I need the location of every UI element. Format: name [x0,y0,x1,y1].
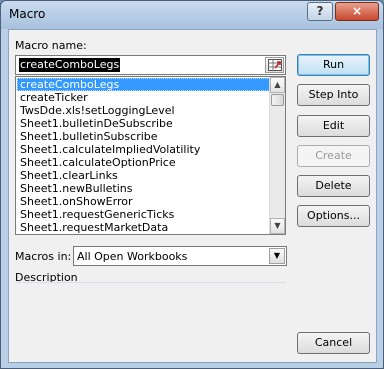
macros-in-label: Macros in: [15,250,72,263]
macros-in-select[interactable]: All Open Workbooks ▼ [73,246,287,266]
macro-name-label: Macro name: [15,39,87,52]
scroll-thumb[interactable] [271,94,284,106]
macro-list-item[interactable]: TwsDde.xls!setLoggingLevel [17,104,270,117]
macro-list-item[interactable]: Sheet1.calculateImpliedVolatility [17,143,270,156]
options-button[interactable]: Options... [297,205,370,227]
range-reference-icon [268,59,282,71]
run-button[interactable]: Run [297,54,370,76]
macro-list-item[interactable]: Sheet1.bulletinDeSubscribe [17,117,270,130]
macro-list-item[interactable]: Sheet1.bulletinSubscribe [17,130,270,143]
macro-list-item[interactable]: Sheet1.requestGenericTicks [17,208,270,221]
edit-button[interactable]: Edit [297,115,370,137]
macro-list-item[interactable]: Sheet1.newBulletins [17,182,270,195]
macro-list-item[interactable]: Sheet1.requestMarketData [17,221,270,234]
description-divider [15,282,286,283]
help-icon: ? [316,4,324,18]
macro-dialog: Macro ? × Macro name: createComboLegs cr… [0,0,384,369]
range-reference-button[interactable] [265,57,284,73]
macro-name-value: createComboLegs [19,58,121,72]
cancel-button[interactable]: Cancel [297,332,370,354]
macro-list-item[interactable]: Sheet1.clearLinks [17,169,270,182]
dialog-body: Macro name: createComboLegs createComboL… [8,29,377,363]
scroll-up-arrow-icon[interactable]: ▲ [270,77,285,93]
macro-list-item[interactable]: createComboLegs [17,78,270,91]
macro-name-input[interactable]: createComboLegs [15,55,286,75]
macro-list-item[interactable]: createTicker [17,91,270,104]
macro-list[interactable]: createComboLegs createTicker TwsDde.xls!se… [15,76,286,235]
close-icon: × [351,4,363,18]
chevron-down-icon[interactable]: ▼ [269,248,285,264]
help-button[interactable]: ? [307,2,333,21]
macros-in-value: All Open Workbooks [77,250,188,263]
create-button[interactable]: Create [297,145,370,167]
step-into-button[interactable]: Step Into [297,84,370,106]
title-bar[interactable]: Macro ? × [1,1,383,29]
list-scrollbar[interactable]: ▲ ▼ [269,77,285,234]
close-button[interactable]: × [335,2,379,21]
scroll-down-arrow-icon[interactable]: ▼ [270,218,285,234]
window-title: Macro [9,7,46,21]
delete-button[interactable]: Delete [297,175,370,197]
macro-list-item[interactable]: Sheet1.onShowError [17,195,270,208]
macro-list-item[interactable]: Sheet1.calculateOptionPrice [17,156,270,169]
